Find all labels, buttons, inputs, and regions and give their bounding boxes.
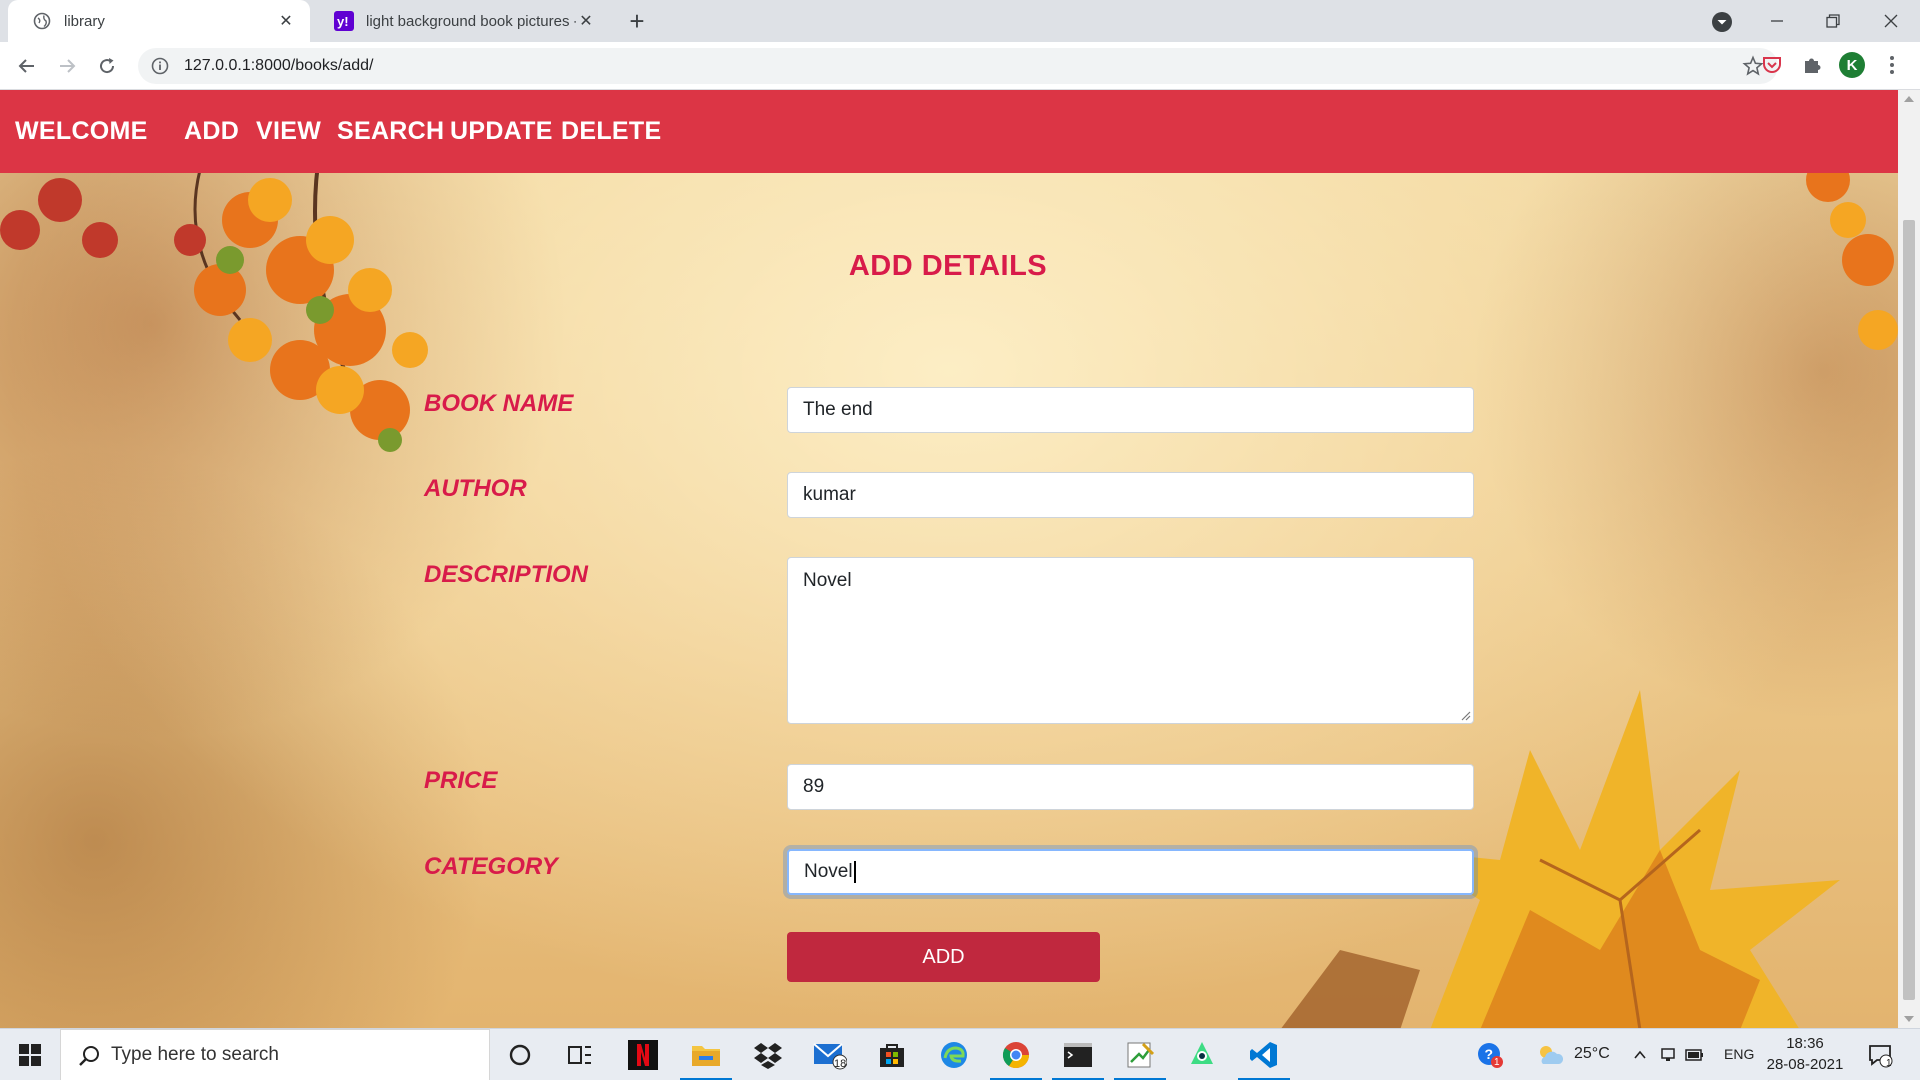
address-bar[interactable]: 127.0.0.1:8000/books/add/ [138, 48, 1778, 84]
page-title: ADD DETAILS [0, 250, 1898, 283]
search-icon [79, 1046, 99, 1066]
clock-date: 28-08-2021 [1766, 1056, 1844, 1073]
input-language[interactable]: ENG [1724, 1046, 1754, 1062]
site-info-icon[interactable] [150, 56, 170, 76]
tab-title: library [64, 12, 105, 30]
terminal-icon[interactable] [1060, 1037, 1096, 1073]
close-window-icon[interactable] [1866, 0, 1916, 42]
forward-arrow-icon[interactable] [53, 52, 81, 80]
scroll-up-arrow-icon[interactable] [1904, 96, 1914, 102]
task-view-icon[interactable] [562, 1037, 598, 1073]
browser-menu-icon[interactable] [1882, 52, 1902, 78]
book-name-value: The end [803, 399, 873, 420]
resize-grip-icon[interactable] [1459, 709, 1471, 721]
tab-library[interactable]: library ✕ [8, 0, 310, 42]
price-input[interactable]: 89 [787, 764, 1474, 810]
back-arrow-icon[interactable] [13, 52, 41, 80]
browser-tab-strip: library ✕ y! light background book pictu… [0, 0, 1920, 42]
author-label: AUTHOR [424, 475, 527, 502]
text-caret [853, 861, 856, 883]
nav-link-view[interactable]: VIEW [256, 117, 321, 146]
windows-taskbar: Type here to search 18 ? 1 25°C ENG 18:3… [0, 1028, 1920, 1080]
globe-icon [32, 11, 52, 31]
dropbox-icon[interactable] [750, 1037, 786, 1073]
chrome-browser-icon[interactable] [998, 1037, 1034, 1073]
taskbar-search-placeholder: Type here to search [111, 1044, 279, 1065]
edge-browser-icon[interactable] [936, 1037, 972, 1073]
tab-title: light background book pictures - [366, 12, 576, 30]
page-viewport: WELCOME ADD VIEW SEARCH UPDATE DELETE AD… [0, 90, 1898, 1028]
minimize-window-icon[interactable] [1752, 0, 1802, 42]
notification-center-icon[interactable]: 1 [1862, 1037, 1898, 1073]
restore-window-icon[interactable] [1808, 0, 1858, 42]
android-studio-icon[interactable] [1184, 1037, 1220, 1073]
category-label: CATEGORY [424, 853, 558, 880]
chevron-up-icon[interactable] [1626, 1037, 1654, 1073]
author-input[interactable]: kumar [787, 472, 1474, 518]
author-value: kumar [803, 484, 856, 505]
network-icon[interactable] [1656, 1037, 1682, 1073]
vscode-icon[interactable] [1246, 1037, 1282, 1073]
navbar-brand[interactable]: WELCOME [15, 117, 148, 146]
system-clock[interactable]: 18:36 28-08-2021 [1762, 1033, 1848, 1075]
battery-icon[interactable] [1682, 1037, 1708, 1073]
weather-icon[interactable] [1532, 1037, 1568, 1073]
help-notification-badge: 1 [1494, 1057, 1500, 1068]
help-icon[interactable]: ? 1 [1472, 1037, 1508, 1073]
scroll-down-arrow-icon[interactable] [1904, 1016, 1914, 1022]
clock-time: 18:36 [1786, 1035, 1824, 1052]
description-value: Novel [803, 570, 852, 591]
taskbar-search-box[interactable]: Type here to search [60, 1029, 490, 1080]
description-textarea[interactable]: Novel [787, 557, 1474, 724]
description-label: DESCRIPTION [424, 561, 589, 588]
book-name-label: BOOK NAME [424, 390, 574, 417]
file-explorer-icon[interactable] [688, 1037, 724, 1073]
extensions-puzzle-icon[interactable] [1799, 52, 1825, 78]
add-submit-button[interactable]: ADD [787, 932, 1100, 982]
close-tab-icon[interactable]: ✕ [276, 11, 296, 31]
page-scrollbar[interactable] [1898, 90, 1920, 1028]
close-tab-icon[interactable]: ✕ [576, 11, 596, 31]
tab-search-icon[interactable] [1710, 10, 1734, 34]
yahoo-icon: y! [334, 11, 354, 31]
price-label: PRICE [424, 767, 498, 794]
reload-icon[interactable] [93, 52, 121, 80]
category-input[interactable]: Novel [787, 849, 1474, 895]
url-text: 127.0.0.1:8000/books/add/ [184, 57, 374, 74]
tab-yahoo-search[interactable]: y! light background book pictures - ✕ [310, 0, 610, 42]
paint-icon[interactable] [1122, 1037, 1158, 1073]
category-value: Novel [804, 861, 853, 882]
price-value: 89 [803, 776, 825, 797]
nav-link-search[interactable]: SEARCH [337, 117, 444, 146]
mail-icon[interactable]: 18 [812, 1037, 848, 1073]
nav-link-add[interactable]: ADD [184, 117, 239, 146]
page-title-text: ADD DETAILS [848, 250, 1048, 282]
new-tab-plus-icon[interactable]: + [623, 6, 651, 36]
microsoft-store-icon[interactable] [874, 1037, 910, 1073]
scrollbar-thumb[interactable] [1903, 220, 1915, 1000]
mail-unread-badge: 18 [834, 1058, 847, 1070]
site-navbar: WELCOME ADD VIEW SEARCH UPDATE DELETE [0, 90, 1898, 173]
book-name-input[interactable]: The end [787, 387, 1474, 433]
weather-temperature[interactable]: 25°C [1574, 1045, 1610, 1063]
notification-count: 1 [1886, 1058, 1892, 1069]
nav-link-delete[interactable]: DELETE [561, 117, 661, 146]
cortana-icon[interactable] [502, 1037, 538, 1073]
pocket-extension-icon[interactable] [1759, 52, 1785, 78]
windows-start-icon[interactable] [0, 1029, 60, 1080]
netflix-icon[interactable] [625, 1037, 661, 1073]
svg-text:y!: y! [337, 14, 349, 29]
profile-avatar[interactable]: K [1839, 52, 1865, 78]
nav-link-update[interactable]: UPDATE [450, 117, 553, 146]
browser-toolbar: 127.0.0.1:8000/books/add/ [0, 42, 1920, 90]
